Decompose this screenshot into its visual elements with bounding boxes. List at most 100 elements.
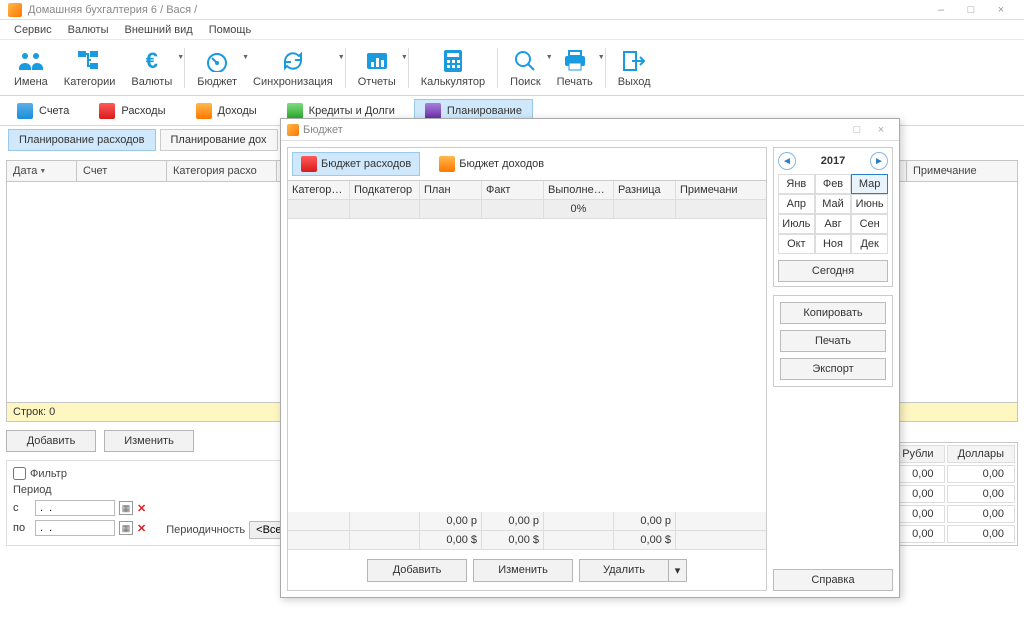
tool-reports[interactable]: ▼ Отчеты [350,46,404,90]
total-plan-rub: 0,00 р [420,512,482,530]
tool-names[interactable]: Имена [6,46,56,90]
month-Окт[interactable]: Окт [778,234,815,254]
dialog-title: Бюджет [303,124,343,136]
title-bar: Домашняя бухгалтерия 6 / Вася / – □ × [0,0,1024,20]
tab-accounts[interactable]: Счета [6,99,80,123]
calendar-icon[interactable]: ▦ [119,521,133,535]
separator [605,48,606,88]
calendar-icon[interactable]: ▦ [119,501,133,515]
budget-dialog: Бюджет □ × Бюджет расходов Бюджет доходо… [280,118,900,598]
bcol-subcategory[interactable]: Подкатегор [350,181,420,199]
add-button[interactable]: Добавить [6,430,96,452]
month-Июль[interactable]: Июль [778,214,815,234]
next-year-button[interactable]: ► [870,152,888,170]
summary-cell: 0,00 [947,505,1015,523]
today-button[interactable]: Сегодня [778,260,888,282]
tab-expenses[interactable]: Расходы [88,99,176,123]
tool-budget-label: Бюджет [197,76,237,88]
month-Сен[interactable]: Сен [851,214,888,234]
delete-dropdown[interactable]: ▾ [669,559,687,582]
budget-grid-body[interactable] [288,219,766,512]
tool-print[interactable]: ▼ Печать [549,46,601,90]
tree-icon [77,48,103,74]
close-button[interactable]: × [986,0,1016,20]
date-from-input[interactable] [35,500,115,516]
tool-currencies[interactable]: € ▼ Валюты [123,46,180,90]
tab-accounts-label: Счета [39,105,69,117]
col-date[interactable]: Дата▼ [7,161,77,181]
tool-budget[interactable]: ▼ Бюджет [189,46,245,90]
dialog-title-bar: Бюджет □ × [281,119,899,141]
copy-button[interactable]: Копировать [780,302,886,324]
summary-cell: 0,00 [947,465,1015,483]
month-Дек[interactable]: Дек [851,234,888,254]
users-icon [18,48,44,74]
edit-button[interactable]: Изменить [104,430,194,452]
menu-service[interactable]: Сервис [6,22,60,38]
dialog-close-button[interactable]: × [869,120,893,140]
chart-icon [364,48,390,74]
month-Янв[interactable]: Янв [778,174,815,194]
menu-help[interactable]: Помощь [201,22,260,38]
bcol-category[interactable]: Категори ▼ [288,181,350,199]
bcol-diff[interactable]: Разница [614,181,676,199]
subtab-plan-income[interactable]: Планирование дох [160,129,278,151]
tool-exit[interactable]: Выход [610,46,659,90]
bcol-note[interactable]: Примечани [676,181,766,199]
clear-date-icon[interactable]: ✕ [137,522,146,535]
filter-checkbox[interactable] [13,467,26,480]
app-title: Домашняя бухгалтерия 6 / Вася / [28,4,197,16]
to-label: по [13,522,31,534]
month-Июнь[interactable]: Июнь [851,194,888,214]
calendar-widget: ◄ 2017 ► ЯнвФевМарАпрМайИюньИюльАвгСенОк… [773,147,893,287]
tab-income[interactable]: Доходы [185,99,268,123]
month-Май[interactable]: Май [815,194,852,214]
tool-search-label: Поиск [510,76,540,88]
print-icon [562,48,588,74]
month-Ноя[interactable]: Ноя [815,234,852,254]
budget-edit-button[interactable]: Изменить [473,559,573,582]
dialog-tabs: Бюджет расходов Бюджет доходов [288,148,766,181]
budget-add-button[interactable]: Добавить [367,559,467,582]
clear-date-icon[interactable]: ✕ [137,502,146,515]
bcol-done[interactable]: Выполнено, % [544,181,614,199]
app-icon [8,3,22,17]
subtab-plan-expenses[interactable]: Планирование расходов [8,129,156,151]
month-Авг[interactable]: Авг [815,214,852,234]
total-diff-rub: 0,00 р [614,512,676,530]
summary-header-dollars: Доллары [947,445,1015,463]
help-button[interactable]: Справка [773,569,893,591]
budget-income-tab[interactable]: Бюджет доходов [430,152,553,176]
export-button[interactable]: Экспорт [780,358,886,380]
month-Фев[interactable]: Фев [815,174,852,194]
minimize-button[interactable]: – [926,0,956,20]
bcol-fact[interactable]: Факт [482,181,544,199]
tool-sync[interactable]: ▼ Синхронизация [245,46,341,90]
print-button[interactable]: Печать [780,330,886,352]
bcol-plan[interactable]: План [420,181,482,199]
tool-calculator[interactable]: Калькулятор [413,46,493,90]
budget-expenses-tab[interactable]: Бюджет расходов [292,152,420,176]
tool-categories[interactable]: Категории [56,46,124,90]
col-account[interactable]: Счет [77,161,167,181]
tool-search[interactable]: ▼ Поиск [502,46,548,90]
tool-exit-label: Выход [618,76,651,88]
col-category[interactable]: Категория расхо [167,161,277,181]
euro-icon: € [139,48,165,74]
tab-expenses-label: Расходы [121,105,165,117]
prev-year-button[interactable]: ◄ [778,152,796,170]
budget-delete-button[interactable]: Удалить [579,559,669,582]
maximize-button[interactable]: □ [956,0,986,20]
date-to-input[interactable] [35,520,115,536]
menu-currencies[interactable]: Валюты [60,22,117,38]
col-note[interactable]: Примечание [907,161,1017,181]
dialog-button-row: Добавить Изменить Удалить ▾ [288,550,766,590]
tool-categories-label: Категории [64,76,116,88]
month-Мар[interactable]: Мар [851,174,888,194]
chevron-down-icon: ▼ [338,54,345,61]
total-fact-usd: 0,00 $ [482,531,544,549]
month-Апр[interactable]: Апр [778,194,815,214]
done-total: 0% [544,200,614,218]
dialog-maximize-button[interactable]: □ [845,120,869,140]
menu-appearance[interactable]: Внешний вид [117,22,201,38]
